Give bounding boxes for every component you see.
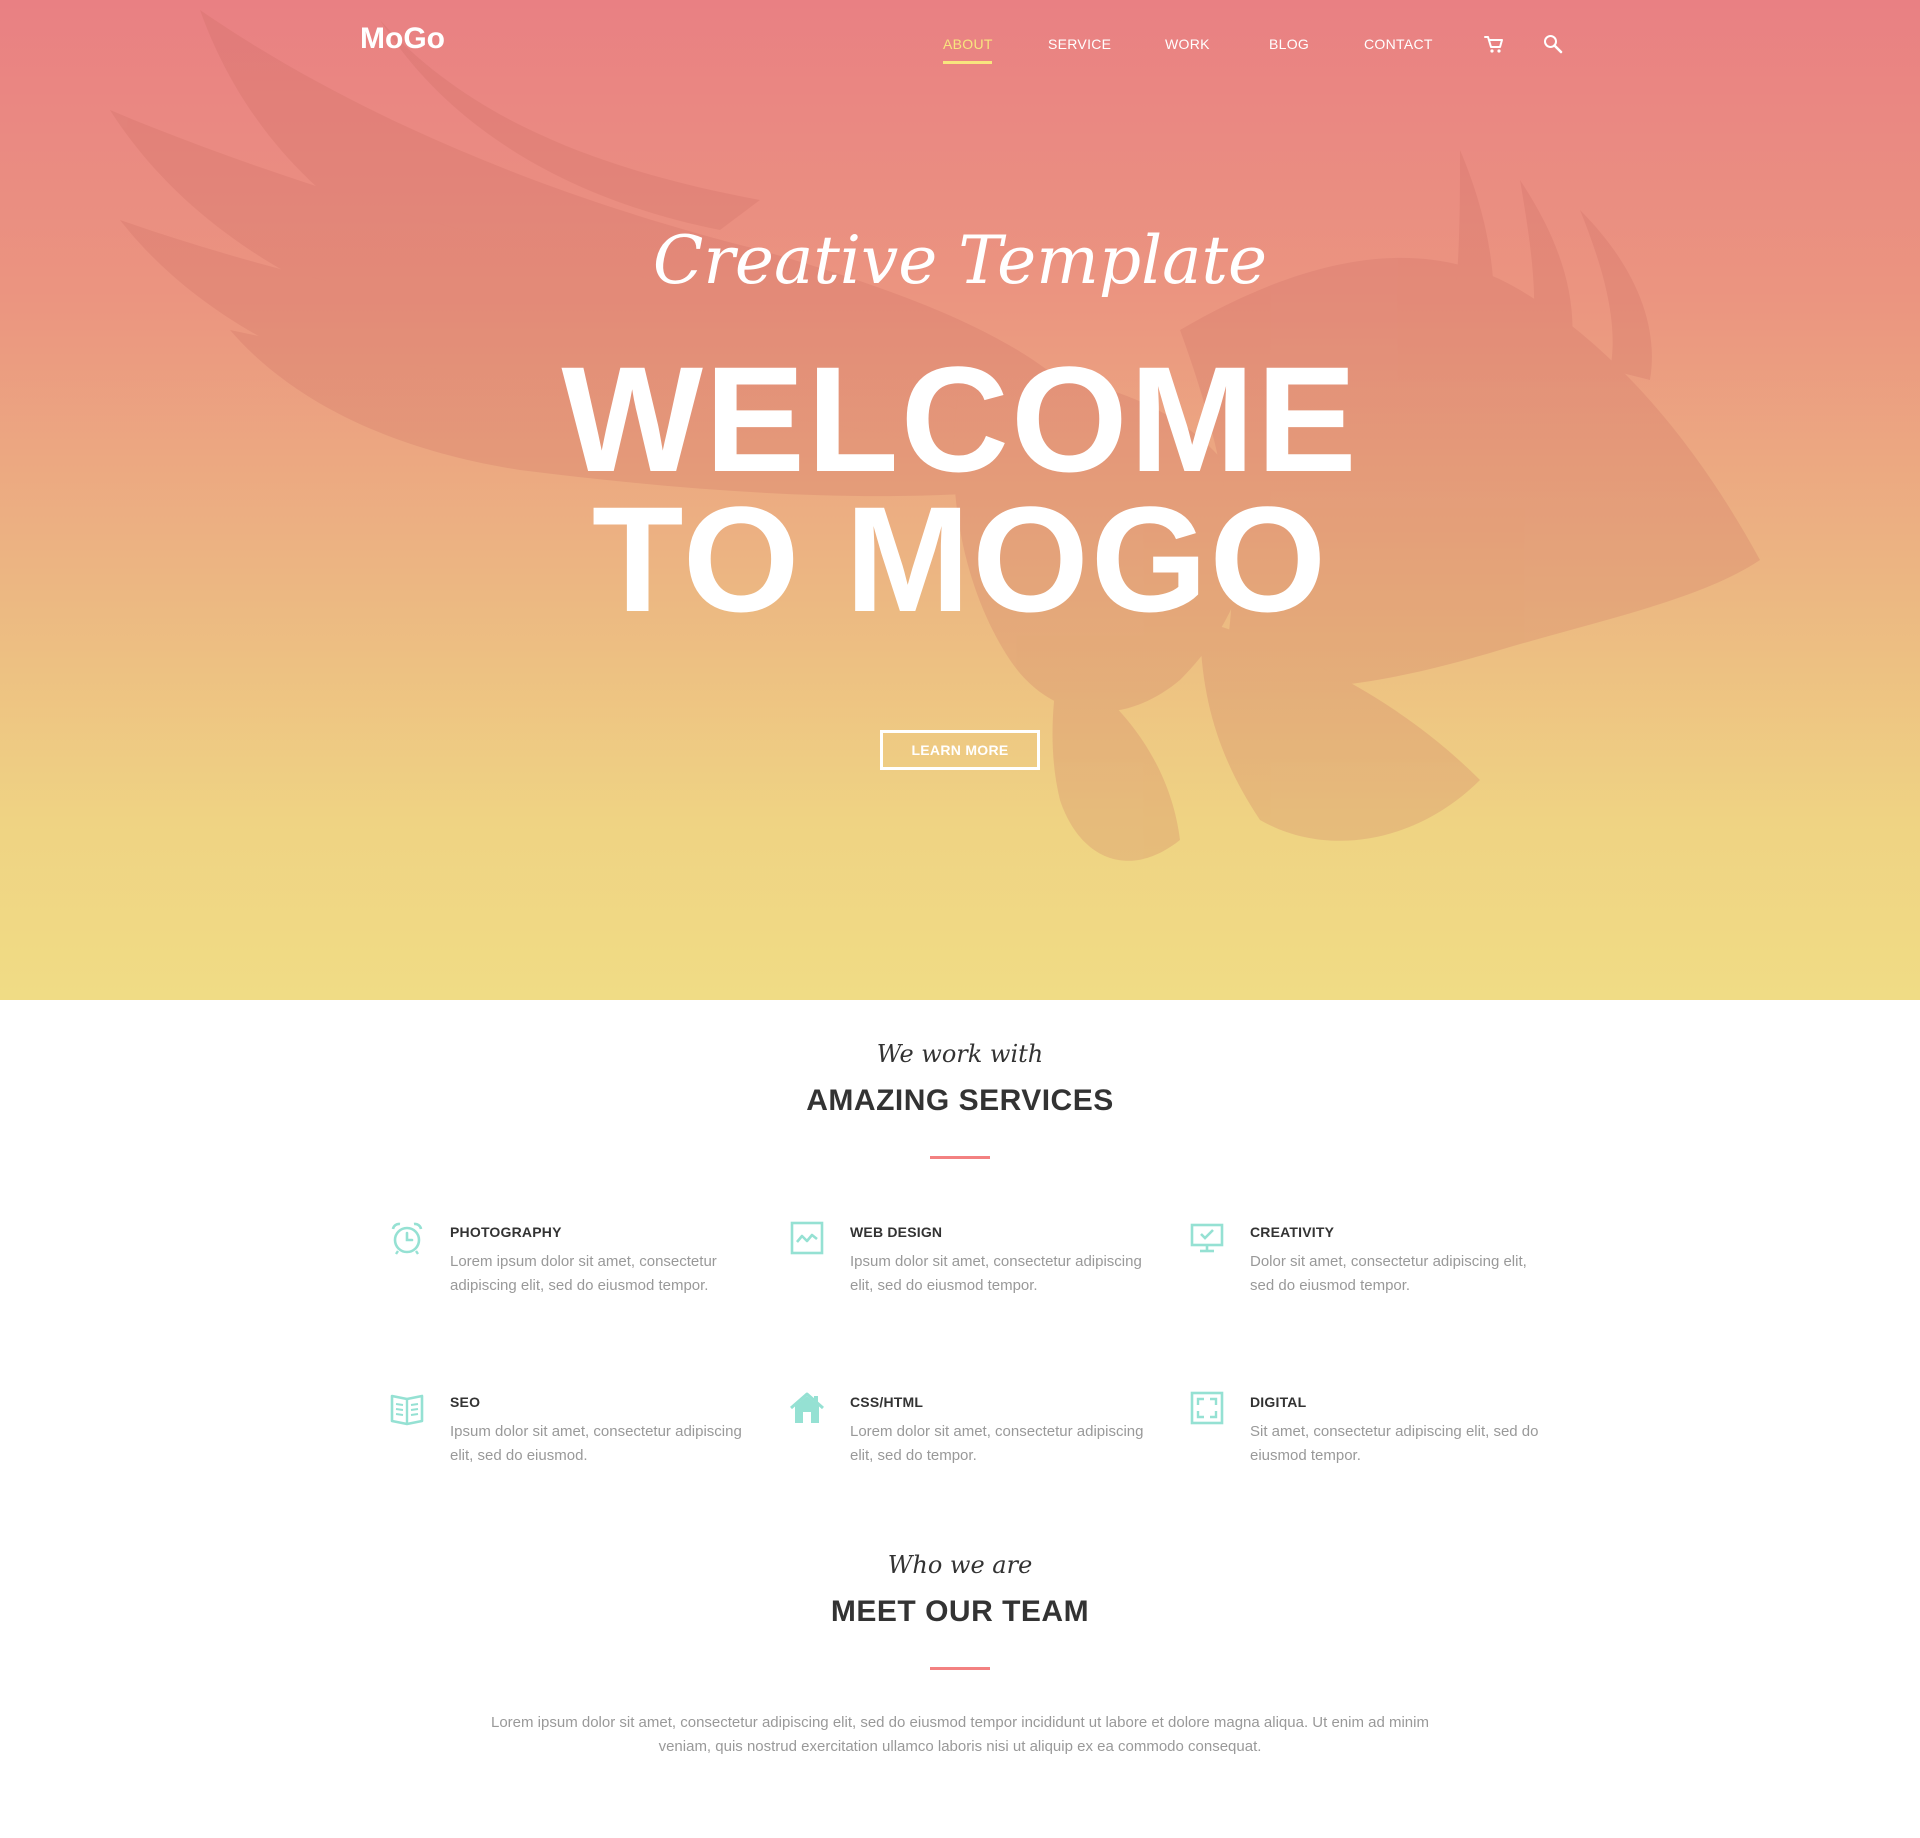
book-icon (390, 1394, 424, 1426)
expand-frame-icon (1190, 1391, 1224, 1425)
alarm-clock-icon (391, 1222, 423, 1255)
services-title: AMAZING SERVICES (806, 1084, 1114, 1117)
service-description: Lorem ipsum dolor sit amet, consectetur … (450, 1253, 717, 1294)
nav-item-contact[interactable]: CONTACT (1364, 36, 1433, 52)
team-divider (930, 1667, 990, 1670)
services-divider (930, 1156, 990, 1159)
cart-icon[interactable] (1483, 33, 1505, 55)
service-description: Lorem dolor sit amet, consectetur adipis… (850, 1423, 1144, 1464)
service-title: DIGITAL (1250, 1394, 1307, 1410)
service-title: WEB DESIGN (850, 1224, 943, 1240)
graph-icon (790, 1221, 824, 1255)
service-title: SEO (450, 1394, 481, 1410)
nav-item-work[interactable]: WORK (1165, 36, 1210, 52)
service-title: CSS/HTML (850, 1394, 924, 1410)
hero-title-line-1: WELCOME (561, 335, 1359, 503)
search-icon[interactable] (1542, 33, 1564, 55)
services-script-heading: We work with (876, 1040, 1044, 1068)
house-icon (790, 1392, 824, 1423)
team-description: Lorem ipsum dolor sit amet, consectetur … (491, 1714, 1429, 1755)
team-title: MEET OUR TEAM (830, 1595, 1090, 1628)
service-title: CREATIVITY (1250, 1224, 1335, 1240)
service-description: Ipsum dolor sit amet, consectetur adipis… (850, 1253, 1142, 1294)
nav-item-about[interactable]: ABOUT (943, 36, 993, 64)
nav-active-indicator (943, 61, 992, 64)
site-logo[interactable]: MoGo (360, 22, 445, 56)
nav-item-label: BLOG (1269, 36, 1310, 52)
learn-more-button[interactable]: LEARN MORE (880, 730, 1040, 770)
service-description: Sit amet, consectetur adipiscing elit, s… (1250, 1423, 1539, 1464)
nav-item-label: WORK (1165, 36, 1210, 52)
service-description: Dolor sit amet, consectetur adipiscing e… (1250, 1253, 1527, 1294)
service-title: PHOTOGRAPHY (450, 1224, 562, 1240)
nav-item-label: ABOUT (943, 36, 993, 52)
nav-item-blog[interactable]: BLOG (1269, 36, 1309, 52)
nav-item-label: CONTACT (1364, 36, 1433, 52)
nav-item-service[interactable]: SERVICE (1048, 36, 1111, 52)
hero-title-line-2: TO MOGO (591, 475, 1329, 643)
team-script-heading: Who we are (887, 1551, 1033, 1579)
hero-subtitle: Creative Template (652, 222, 1268, 299)
hero-section: MoGo ABOUT SERVICE WORK BLOG CONTACT Cre… (0, 0, 1920, 1000)
service-description: Ipsum dolor sit amet, consectetur adipis… (450, 1423, 742, 1464)
monitor-icon (1190, 1223, 1224, 1253)
nav-item-label: SERVICE (1048, 36, 1112, 52)
